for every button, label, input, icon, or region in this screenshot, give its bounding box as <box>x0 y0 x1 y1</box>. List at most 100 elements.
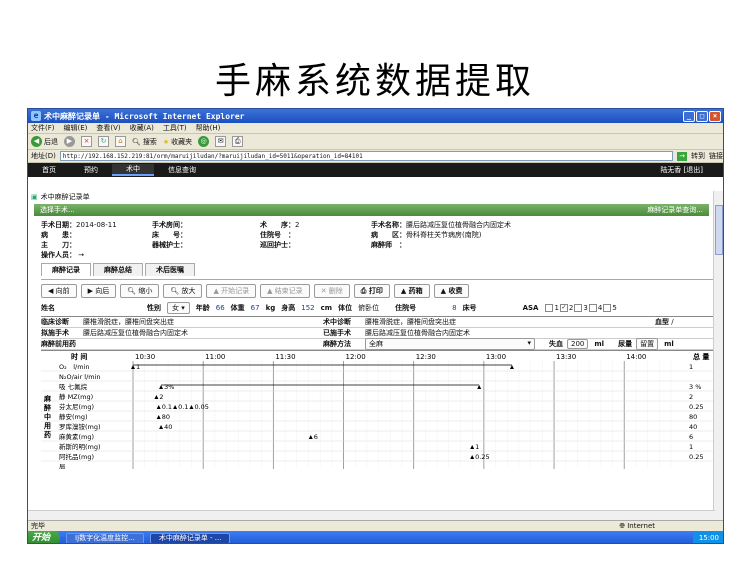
back-button[interactable]: ◀ 后退 <box>31 136 58 147</box>
favorites-button[interactable]: ★ 收藏夹 <box>163 137 192 147</box>
dose-marker <box>308 435 313 439</box>
position-value: 俯卧位 <box>358 304 380 312</box>
surgery-date: 2014-08-11 <box>76 221 117 229</box>
time-tick-label: 14:00 <box>626 353 646 361</box>
mail-button[interactable]: ✉ <box>215 136 227 147</box>
app-body: ▣ 术中麻醉记录单 选择手术... 麻醉记录单查询... 手术日期：2014-08… <box>28 191 715 521</box>
search-icon: 🔍︎ <box>132 137 141 146</box>
row-total: 1 <box>689 443 693 451</box>
home-button[interactable]: ⌂ <box>115 136 126 147</box>
zoom-in-button[interactable]: 🔍︎ 放大 <box>163 284 203 298</box>
task-temp-monitor[interactable]: IJ数字化温度监控... <box>66 532 144 543</box>
close-button[interactable]: × <box>709 110 721 122</box>
prev-button[interactable]: ◀ 向前 <box>41 284 77 298</box>
chart-svg: 时 间 总 量 10:30 11:00 11:30 12:00 12:30 13:00 13:3… <box>41 352 713 472</box>
dose-label: 40 <box>164 423 172 431</box>
height-value: 152 <box>301 304 315 312</box>
charge-button[interactable]: ▲ 收费 <box>433 284 470 298</box>
maximize-button[interactable]: □ <box>696 110 708 122</box>
menu-bar: 文件(F) 编辑(E) 查看(V) 收藏(A) 工具(T) 帮助(H) <box>28 123 723 134</box>
anesthesia-method-select[interactable]: 全麻 ▾ <box>365 338 535 350</box>
total-header: 总 量 <box>693 352 709 361</box>
print-record-button[interactable]: ⎙ 打印 <box>353 284 390 298</box>
record-query-link[interactable]: 麻醉记录单查询... <box>647 205 703 215</box>
row-label: 芬太尼(mg) <box>59 402 94 411</box>
intra-diagnosis: 腰椎滑脱症，腰椎间盘突出症 <box>365 318 456 326</box>
menu-file[interactable]: 文件(F) <box>31 123 55 133</box>
browser-window: e 术中麻醉记录单 - Microsoft Internet Explorer … <box>27 108 724 544</box>
menu-edit[interactable]: 编辑(E) <box>64 123 88 133</box>
dose-label: 80 <box>162 413 170 421</box>
tab-postop-orders[interactable]: 术后医嘱 <box>145 263 195 276</box>
vertical-scrollbar[interactable] <box>713 191 723 521</box>
time-tick-label: 10:30 <box>135 353 155 361</box>
links-button[interactable]: 链接 <box>709 151 723 161</box>
user-logout[interactable]: 陆无香 [退出] <box>646 165 717 175</box>
menu-tools[interactable]: 工具(T) <box>163 123 187 133</box>
dose-label: 6 <box>314 433 318 441</box>
dose-label: 0.1 <box>162 403 172 411</box>
media-button[interactable]: ◎ <box>198 136 210 147</box>
tab-anesthesia-record[interactable]: 麻醉记录 <box>41 263 91 276</box>
go-arrow-icon[interactable]: → <box>677 151 687 161</box>
refresh-button[interactable]: ↻ <box>98 136 109 147</box>
row-label: O₂ l/min <box>59 363 89 371</box>
go-button[interactable]: 转到 <box>691 151 705 161</box>
dose-marker <box>156 405 161 409</box>
row-total: 40 <box>689 423 697 431</box>
nav-query[interactable]: 信息查询 <box>154 165 210 175</box>
select-surgery-bar[interactable]: 选择手术... 麻醉记录单查询... <box>34 204 709 216</box>
dose-marker <box>477 385 482 389</box>
asa-options[interactable]: 1 ✓ 2 3 4 5 <box>544 304 617 312</box>
end-record-button[interactable]: ▲ 结束记录 <box>260 284 310 298</box>
nav-intraop[interactable]: 术中 <box>112 164 154 176</box>
row-total: 6 <box>689 433 693 441</box>
weight-value: 67 <box>250 304 260 312</box>
delete-button[interactable]: ✕ 删除 <box>313 284 350 298</box>
start-record-button[interactable]: ▲ 开始记录 <box>206 284 257 298</box>
sex-select[interactable]: 女 ▾ <box>167 302 190 314</box>
horizontal-scrollbar[interactable] <box>28 510 715 520</box>
dose-marker <box>156 415 161 419</box>
surgery-info: 手术日期：2014-08-11 手术房间： 术 序：2 手术名称：腰后路减压复位… <box>41 221 511 259</box>
row-total: 0.25 <box>689 403 703 411</box>
dose-marker <box>509 365 514 369</box>
stop-button[interactable]: × <box>81 136 92 147</box>
row-label: 静 MZ(mg) <box>59 392 93 401</box>
browser-toolbar: ◀ 后退 ▶ × ↻ ⌂ 🔍︎ 搜索 ★ 收藏夹 ◎ ✉ ⎙ <box>28 134 723 150</box>
side-label-char: 中 <box>44 412 51 421</box>
task-anesthesia-record[interactable]: 术中麻醉记录单 - ... <box>149 532 231 543</box>
search-button[interactable]: 🔍︎ 搜索 <box>132 137 157 147</box>
forward-button[interactable]: ▶ <box>64 136 75 147</box>
surgery-name: 腰后路减压复位植骨融合内固定术 <box>406 221 511 229</box>
menu-view[interactable]: 查看(V) <box>96 123 120 133</box>
dose-label: 1 <box>136 363 140 371</box>
medicine-box-button[interactable]: ▲ 药箱 <box>393 284 430 298</box>
nav-home[interactable]: 首页 <box>28 165 70 175</box>
tray-clock: 15:00 <box>692 531 723 543</box>
tab-anesthesia-summary[interactable]: 麻醉总结 <box>93 263 143 276</box>
start-button[interactable]: 开始 <box>28 531 61 543</box>
minimize-button[interactable]: _ <box>683 110 695 122</box>
back-arrow-icon: ◀ <box>31 136 42 147</box>
nav-appointment[interactable]: 预约 <box>70 165 112 175</box>
patient-row: 姓名 性别女 ▾ 年龄 66 体重 67 kg 身高 152 cm 体位 俯卧位 住院号 8… <box>41 302 617 314</box>
menu-favorites[interactable]: 收藏(A) <box>130 123 154 133</box>
print-button[interactable]: ⎙ <box>232 136 244 147</box>
menu-help[interactable]: 帮助(H) <box>196 123 221 133</box>
blood-loss-input[interactable]: 200 <box>567 339 589 349</box>
ie-icon: e <box>31 111 41 121</box>
row-total: 3 % <box>689 383 701 391</box>
window-titlebar: e 术中麻醉记录单 - Microsoft Internet Explorer … <box>28 109 723 123</box>
next-button[interactable]: ▶ 向后 <box>80 284 117 298</box>
time-tick-label: 11:00 <box>205 353 225 361</box>
dose-marker <box>159 385 164 389</box>
address-input[interactable]: http://192.168.152.219:81/orm/maruijilud… <box>59 151 673 161</box>
row-label: 吸 七氟烷 <box>59 382 88 391</box>
row-total: 1 <box>689 363 693 371</box>
dose-marker <box>470 445 475 449</box>
urine-input[interactable]: 留置 <box>636 338 659 350</box>
row-total: 0.25 <box>689 453 703 461</box>
time-header: 时 间 <box>71 352 87 361</box>
zoom-out-button[interactable]: 🔍︎ 缩小 <box>120 284 160 298</box>
